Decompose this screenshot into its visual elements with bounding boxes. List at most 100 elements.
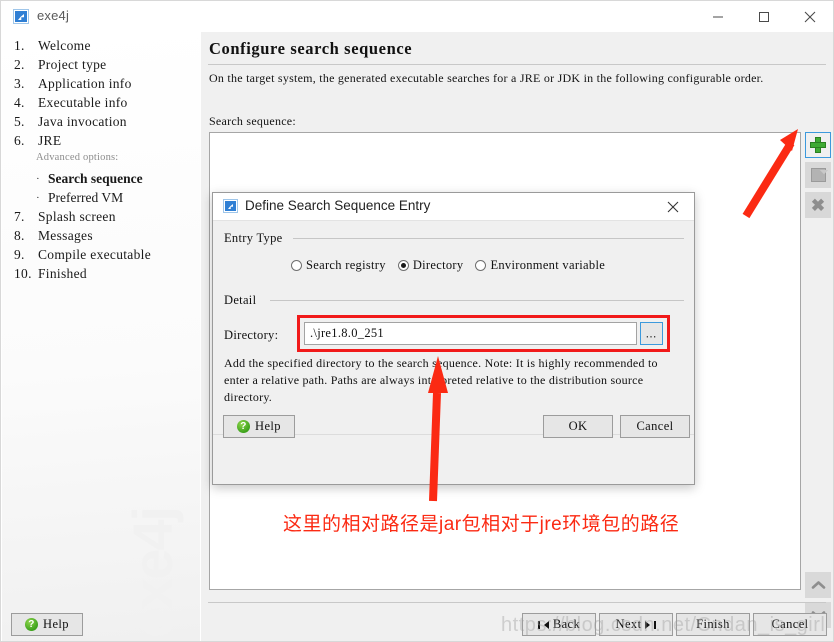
bar-icon — [537, 620, 540, 629]
maximize-button[interactable] — [741, 1, 787, 32]
directory-input[interactable] — [304, 322, 637, 345]
step-number: 9. — [14, 247, 25, 262]
back-button-label: Back — [552, 617, 581, 631]
wizard-nav-buttons: Back Next Finish Cancel — [522, 613, 827, 636]
triangle-right-icon — [645, 620, 651, 629]
move-up-button[interactable] — [805, 572, 831, 598]
sidebar-item-jre[interactable]: 6. JRE — [2, 133, 200, 152]
window-titlebar: exe4j — [1, 1, 833, 32]
radio-environment-variable[interactable]: Environment variable — [475, 258, 605, 273]
step-number: 3. — [14, 76, 25, 91]
exe4j-app-icon — [13, 9, 29, 24]
step-number: 5. — [14, 114, 25, 129]
sidebar-watermark: exe4j — [121, 507, 184, 638]
title-divider — [208, 64, 826, 65]
finish-button-label: Finish — [696, 617, 730, 631]
dialog-ok-label: OK — [568, 419, 588, 433]
step-number: 10. — [14, 266, 32, 281]
radio-circle-icon — [475, 260, 487, 271]
sidebar-item-java-invocation[interactable]: 5. Java invocation — [2, 114, 200, 133]
help-button[interactable]: ? Help — [11, 613, 83, 636]
dialog-title: Define Search Sequence Entry — [245, 198, 431, 213]
page-description: On the target system, the generated exec… — [209, 71, 764, 85]
next-button[interactable]: Next — [599, 613, 673, 636]
wizard-step-list: 1. Welcome 2. Project type 3. Applicatio… — [2, 38, 200, 285]
sidebar-item-executable-info[interactable]: 4. Executable info — [2, 95, 200, 114]
dialog-titlebar: Define Search Sequence Entry — [213, 193, 694, 221]
step-label: Compile executable — [38, 247, 151, 262]
radio-directory[interactable]: Directory — [397, 258, 464, 273]
bullet-icon: · — [36, 192, 40, 204]
dialog-ok-button[interactable]: OK — [543, 415, 613, 438]
minimize-icon — [713, 16, 723, 17]
minimize-button[interactable] — [695, 1, 741, 32]
window-controls — [695, 1, 833, 32]
step-number: 6. — [14, 133, 25, 148]
sidebar-item-preferred-vm[interactable]: · Preferred VM — [2, 190, 200, 209]
dialog-close-button[interactable] — [652, 193, 694, 220]
bar-icon — [654, 620, 657, 629]
close-button[interactable] — [787, 1, 833, 32]
close-icon — [804, 11, 816, 22]
sidebar-item-splash-screen[interactable]: 7. Splash screen — [2, 209, 200, 228]
plus-icon — [810, 137, 826, 153]
window-title: exe4j — [37, 8, 70, 23]
add-entry-button[interactable] — [805, 132, 831, 158]
sidebar-item-search-sequence[interactable]: · Search sequence — [2, 171, 200, 190]
sidebar-item-project-type[interactable]: 2. Project type — [2, 57, 200, 76]
dialog-help-label: Help — [255, 419, 281, 433]
footer-divider — [208, 602, 826, 603]
page-title: Configure search sequence — [209, 39, 413, 58]
radio-circle-icon — [291, 260, 302, 271]
exe4j-dialog-icon — [223, 199, 238, 213]
step-label: Executable info — [38, 95, 128, 110]
radio-circle-selected-icon — [397, 260, 409, 271]
detail-group-line — [270, 300, 684, 301]
entry-type-radio-group: Search registry Directory Environment va… — [291, 258, 617, 273]
step-label: Welcome — [38, 38, 91, 53]
entry-type-group-label: Entry Type — [224, 231, 288, 246]
radio-label: Environment variable — [490, 258, 606, 272]
edit-entry-button[interactable] — [805, 162, 831, 188]
help-icon: ? — [237, 420, 251, 433]
browse-directory-button[interactable]: ⋯ — [640, 322, 663, 345]
step-label: Java invocation — [38, 114, 127, 129]
edit-icon — [810, 168, 826, 182]
close-icon — [667, 201, 679, 212]
radio-label: Directory — [412, 258, 464, 272]
search-sequence-label: Search sequence: — [209, 114, 296, 128]
step-label: JRE — [38, 133, 62, 148]
back-button[interactable]: Back — [522, 613, 596, 636]
cancel-button-label: Cancel — [771, 617, 809, 631]
directory-help-text: Add the specified directory to the searc… — [224, 356, 658, 404]
dialog-cancel-label: Cancel — [636, 419, 674, 433]
step-label: Application info — [38, 76, 132, 91]
radio-search-registry[interactable]: Search registry — [291, 258, 386, 273]
cancel-button[interactable]: Cancel — [753, 613, 827, 636]
radio-label: Search registry — [306, 258, 386, 272]
exe4j-wizard-window: exe4j 1. Welcome 2. Project type 3. Appl… — [0, 0, 834, 642]
next-button-label: Next — [615, 617, 642, 631]
chevron-up-icon — [811, 581, 825, 589]
advanced-options-header: Advanced options: — [36, 152, 119, 163]
step-number: 2. — [14, 57, 25, 72]
triangle-left-icon — [543, 620, 549, 629]
sidebar-item-welcome[interactable]: 1. Welcome — [2, 38, 200, 57]
dialog-cancel-button[interactable]: Cancel — [620, 415, 690, 438]
maximize-icon — [759, 11, 769, 22]
step-number: 1. — [14, 38, 25, 53]
wizard-step-sidebar: 1. Welcome 2. Project type 3. Applicatio… — [2, 32, 200, 641]
step-label: Project type — [38, 57, 107, 72]
step-label: Search sequence — [48, 171, 143, 186]
step-number: 4. — [14, 95, 25, 110]
sidebar-item-compile-executable[interactable]: 9. Compile executable — [2, 247, 200, 266]
step-label: Finished — [38, 266, 87, 281]
sidebar-item-finished[interactable]: 10. Finished — [2, 266, 200, 285]
dialog-help-button[interactable]: ? Help — [223, 415, 295, 438]
finish-button[interactable]: Finish — [676, 613, 750, 636]
remove-entry-button[interactable]: ✖ — [805, 192, 831, 218]
sidebar-item-messages[interactable]: 8. Messages — [2, 228, 200, 247]
sidebar-item-application-info[interactable]: 3. Application info — [2, 76, 200, 95]
list-toolbar: ✖ — [805, 132, 831, 222]
bullet-icon: · — [36, 173, 40, 185]
